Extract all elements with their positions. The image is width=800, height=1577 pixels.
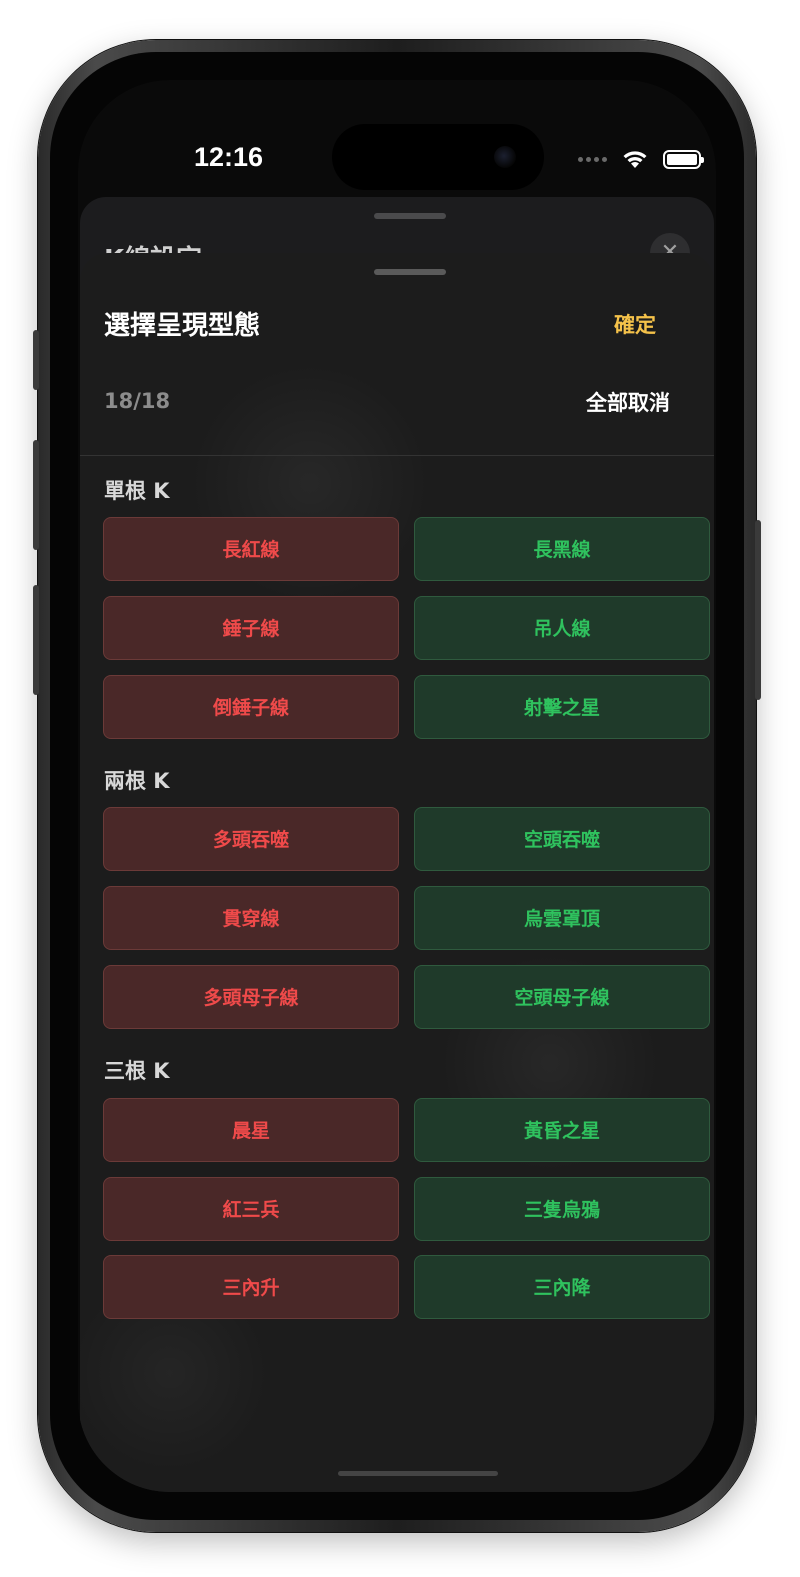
confirm-button[interactable]: 確定 [614, 309, 656, 339]
pattern-button-bullish[interactable]: 倒錘子線 [103, 675, 399, 739]
pattern-button-bullish[interactable]: 錘子線 [103, 596, 399, 660]
camera-icon [494, 146, 516, 168]
section-label-single-k: 單根 K [104, 479, 170, 503]
pattern-button-bearish[interactable]: 三隻烏鴉 [414, 1177, 710, 1241]
selected-count: 18/18 [104, 389, 171, 413]
pattern-button-bullish[interactable]: 紅三兵 [103, 1177, 399, 1241]
pattern-button-bearish[interactable]: 射擊之星 [414, 675, 710, 739]
signal-icon [578, 156, 607, 162]
pattern-button-bullish[interactable]: 多頭吞噬 [103, 807, 399, 871]
divider [80, 455, 714, 456]
pattern-button-bullish[interactable]: 晨星 [103, 1098, 399, 1162]
clear-all-button[interactable]: 全部取消 [586, 387, 670, 417]
power-button [755, 520, 761, 700]
wifi-icon [623, 151, 647, 168]
pattern-button-bearish[interactable]: 黃昏之星 [414, 1098, 710, 1162]
back-sheet-grabber [374, 213, 446, 219]
bezel: 12:16 K線設定 ✕ [50, 52, 744, 1520]
home-indicator[interactable] [338, 1471, 498, 1476]
pattern-button-bullish[interactable]: 貫穿線 [103, 886, 399, 950]
pattern-button-bullish[interactable]: 長紅線 [103, 517, 399, 581]
pattern-button-bearish[interactable]: 空頭母子線 [414, 965, 710, 1029]
volume-up-button [33, 440, 39, 550]
pattern-button-bearish[interactable]: 三內降 [414, 1255, 710, 1319]
pattern-button-bearish[interactable]: 長黑線 [414, 517, 710, 581]
pattern-button-bearish[interactable]: 吊人線 [414, 596, 710, 660]
volume-down-button [33, 585, 39, 695]
pattern-button-bullish[interactable]: 多頭母子線 [103, 965, 399, 1029]
screen: 12:16 K線設定 ✕ [78, 80, 716, 1492]
pattern-button-bearish[interactable]: 空頭吞噬 [414, 807, 710, 871]
pattern-button-bullish[interactable]: 三內升 [103, 1255, 399, 1319]
section-label-three-k: 三根 K [104, 1059, 170, 1083]
phone-frame: 12:16 K線設定 ✕ [33, 40, 761, 1532]
section-label-two-k: 兩根 K [104, 769, 170, 793]
action-button [33, 330, 39, 390]
status-time: 12:16 [194, 142, 264, 172]
status-icons [578, 148, 704, 170]
pattern-button-bearish[interactable]: 烏雲罩頂 [414, 886, 710, 950]
battery-icon [663, 149, 704, 169]
sheet-title: 選擇呈現型態 [104, 311, 261, 341]
pattern-select-sheet: 選擇呈現型態 確定 18/18 全部取消 單根 K 長紅線 長黑線 錘子線 吊人… [80, 253, 714, 1492]
sheet-grabber[interactable] [374, 269, 446, 275]
